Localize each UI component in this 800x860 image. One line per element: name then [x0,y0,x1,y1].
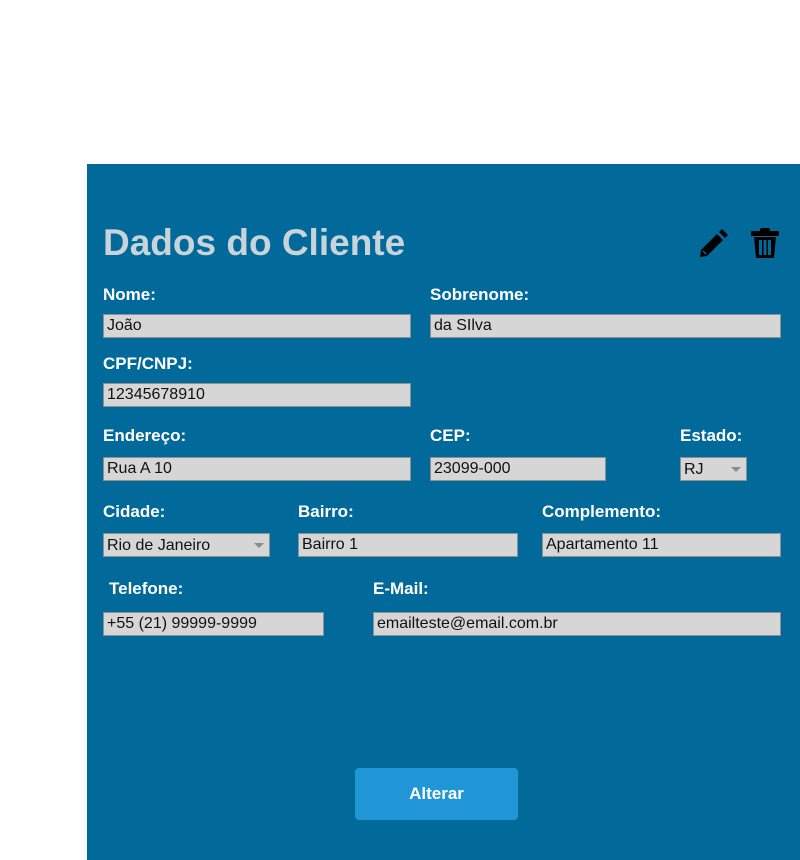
pencil-icon[interactable] [697,228,729,260]
endereco-label: Endereço: [103,426,187,445]
cep-label: CEP: [430,426,471,445]
complemento-input[interactable] [542,533,781,557]
page-title: Dados do Cliente [103,222,406,263]
endereco-input[interactable] [103,457,411,481]
cep-input[interactable] [430,457,606,481]
cidade-selected-value: Rio de Janeiro [107,537,211,554]
client-panel [87,164,800,860]
telefone-label: Telefone: [109,579,184,598]
alterar-button[interactable]: Alterar [355,768,518,820]
nome-input[interactable] [103,314,411,338]
sobrenome-input[interactable] [430,314,781,338]
bairro-label: Bairro: [298,502,354,521]
estado-label: Estado: [680,426,743,445]
cpf-cnpj-label: CPF/CNPJ: [103,354,193,373]
sobrenome-label: Sobrenome: [430,285,530,304]
bairro-input[interactable] [298,533,518,557]
complemento-label: Complemento: [542,502,661,521]
nome-label: Nome: [103,285,156,304]
email-label: E-Mail: [373,579,429,598]
email-input[interactable] [373,612,781,636]
estado-selected-value: RJ [684,461,704,478]
estado-select[interactable]: RJ [680,457,747,481]
cpf-cnpj-input[interactable] [103,383,411,407]
trash-icon[interactable] [749,227,781,259]
chevron-down-icon [731,467,741,472]
cidade-select[interactable]: Rio de Janeiro [103,533,270,557]
cidade-label: Cidade: [103,502,166,521]
telefone-input[interactable] [103,612,324,636]
chevron-down-icon [254,543,264,548]
